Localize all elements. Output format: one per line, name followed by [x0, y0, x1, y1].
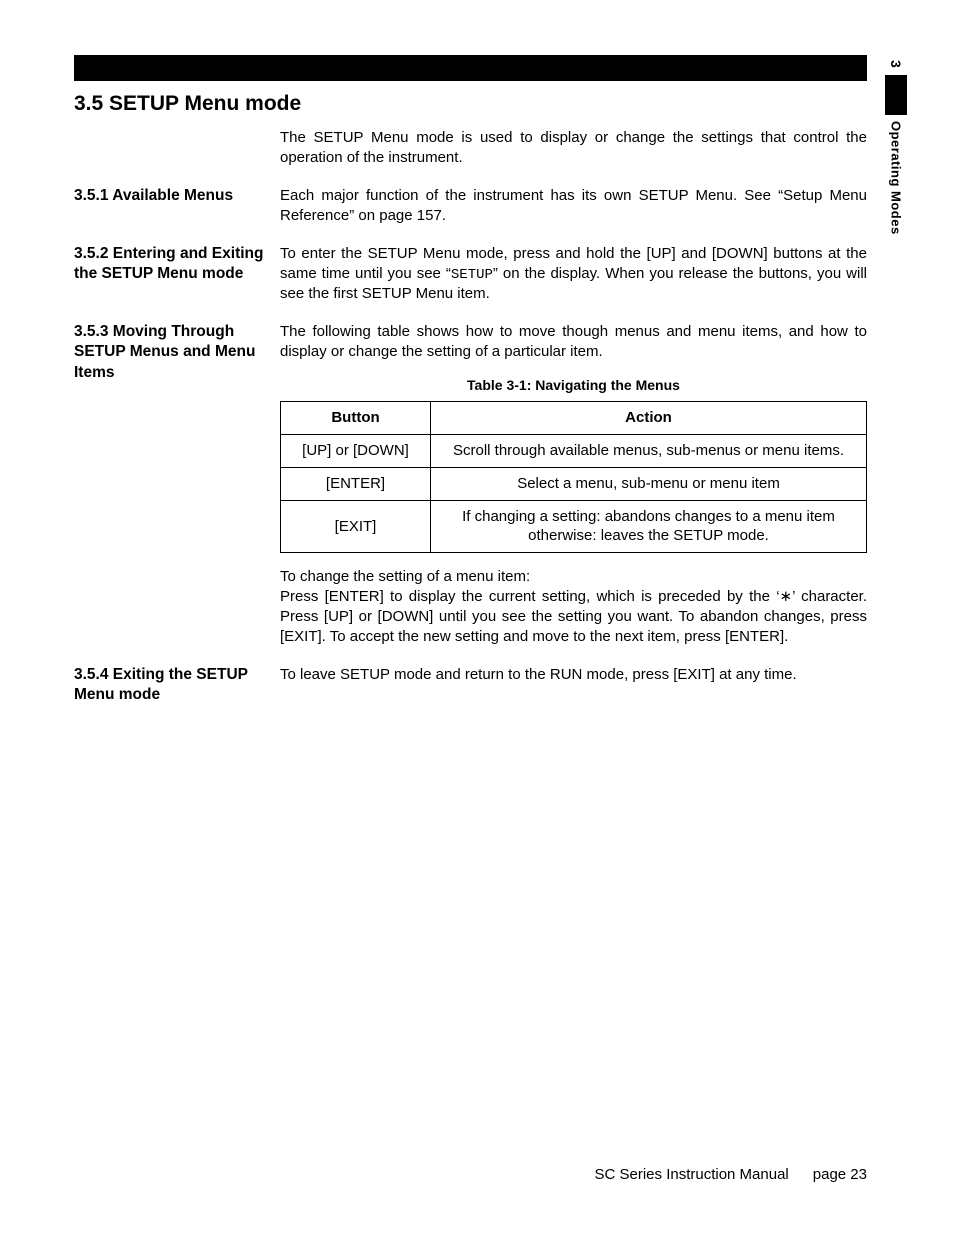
heading-3-5-1: 3.5.1 Available Menus	[74, 186, 280, 226]
page-content: 3.5 SETUP Menu mode The SETUP Menu mode …	[74, 88, 867, 723]
header-bar	[74, 55, 867, 81]
table-caption: Table 3-1: Navigating the Menus	[280, 376, 867, 395]
table-header-row: Button Action	[281, 401, 867, 434]
heading-3-5-2: 3.5.2 Entering and Exiting the SETUP Men…	[74, 244, 280, 304]
table-cell-action: Select a menu, sub-menu or menu item	[431, 467, 867, 500]
footer-manual: SC Series Instruction Manual	[595, 1166, 789, 1183]
side-tab-label: Operating Modes	[889, 121, 904, 235]
intro-row: The SETUP Menu mode is used to display o…	[74, 128, 867, 168]
table-cell-button: [EXIT]	[281, 500, 431, 553]
section-3-5-3: 3.5.3 Moving Through SETUP Menus and Men…	[74, 322, 867, 647]
heading-3-5-3: 3.5.3 Moving Through SETUP Menus and Men…	[74, 322, 280, 647]
table-cell-button: [UP] or [DOWN]	[281, 434, 431, 467]
chapter-number: 3	[888, 55, 904, 73]
table-row: [ENTER] Select a menu, sub-menu or menu …	[281, 467, 867, 500]
side-tab: 3 Operating Modes	[885, 55, 907, 235]
table-header-button: Button	[281, 401, 431, 434]
section-3-5-1: 3.5.1 Available Menus Each major functio…	[74, 186, 867, 226]
intro-text: The SETUP Menu mode is used to display o…	[280, 128, 867, 168]
table-cell-action: Scroll through available menus, sub-menu…	[431, 434, 867, 467]
section-title: 3.5 SETUP Menu mode	[74, 92, 867, 116]
body-3-5-2: To enter the SETUP Menu mode, press and …	[280, 244, 867, 304]
side-tab-marker	[885, 75, 907, 115]
section-3-5-2: 3.5.2 Entering and Exiting the SETUP Men…	[74, 244, 867, 304]
table-header-action: Action	[431, 401, 867, 434]
body-3-5-3: The following table shows how to move th…	[280, 322, 867, 647]
footer-page: page 23	[813, 1166, 867, 1183]
table-cell-button: [ENTER]	[281, 467, 431, 500]
body-3-5-4: To leave SETUP mode and return to the RU…	[280, 665, 867, 705]
body-3-5-1: Each major function of the instrument ha…	[280, 186, 867, 226]
lead-3-5-3: The following table shows how to move th…	[280, 322, 867, 362]
section-3-5-4: 3.5.4 Exiting the SETUP Menu mode To lea…	[74, 665, 867, 705]
table-row: [EXIT] If changing a setting: abandons c…	[281, 500, 867, 553]
after-table-2: Press [ENTER] to display the current set…	[280, 587, 867, 647]
after-table-1: To change the setting of a menu item:	[280, 567, 867, 587]
heading-3-5-4: 3.5.4 Exiting the SETUP Menu mode	[74, 665, 280, 705]
table-row: [UP] or [DOWN] Scroll through available …	[281, 434, 867, 467]
page-footer: SC Series Instruction Manual page 23	[74, 1166, 867, 1183]
nav-table: Button Action [UP] or [DOWN] Scroll thro…	[280, 401, 867, 554]
body-3-5-2-mono: SETUP	[451, 267, 493, 283]
table-cell-action: If changing a setting: abandons changes …	[431, 500, 867, 553]
